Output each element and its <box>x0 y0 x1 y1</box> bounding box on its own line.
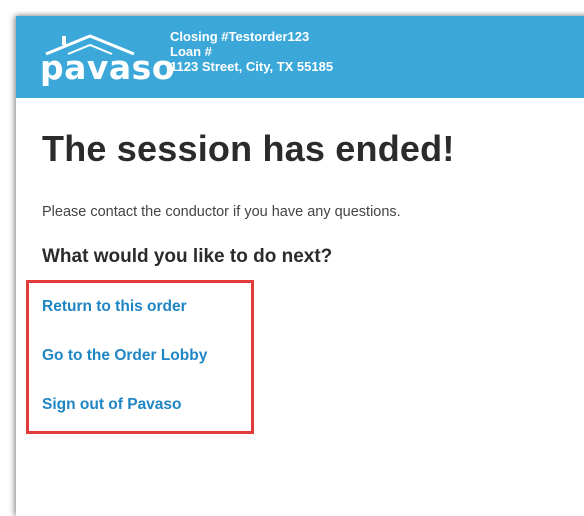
logo-text: pavaso <box>40 48 175 87</box>
page-title: The session has ended! <box>42 128 455 169</box>
return-to-order-link[interactable]: Return to this order <box>42 298 187 316</box>
order-lobby-link[interactable]: Go to the Order Lobby <box>42 347 207 365</box>
header-bar: pavaso Closing #Testorder123 Loan # 1123… <box>16 16 584 98</box>
sign-out-link[interactable]: Sign out of Pavaso <box>42 396 182 414</box>
property-address: 1123 Street, City, TX 55185 <box>170 59 334 74</box>
loan-number: Loan # <box>170 44 212 59</box>
pavaso-logo: pavaso <box>38 32 174 87</box>
order-info: Closing #Testorder123 Loan # 1123 Street… <box>170 29 333 74</box>
session-ended-window: pavaso Closing #Testorder123 Loan # 1123… <box>16 16 584 516</box>
contact-message: Please contact the conductor if you have… <box>42 204 401 220</box>
closing-number: Closing #Testorder123 <box>170 29 310 44</box>
main-content: The session has ended! Please contact th… <box>42 126 584 268</box>
next-steps-heading: What would you like to do next? <box>42 246 333 267</box>
